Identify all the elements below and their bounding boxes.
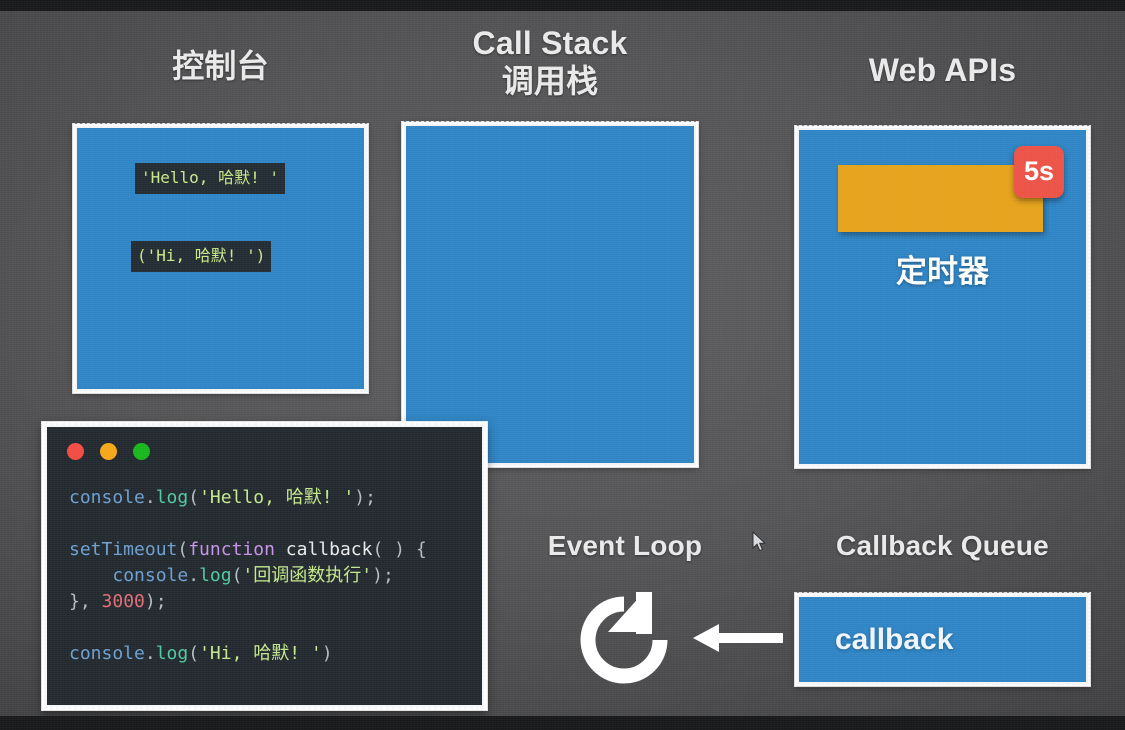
code-line: setTimeout(function callback( ) { (69, 537, 472, 563)
letterbox-top (0, 0, 1125, 11)
code-token: log (155, 487, 189, 508)
code-token: callback (285, 539, 373, 560)
window-controls[interactable] (67, 443, 150, 460)
mouse-cursor-icon (752, 531, 767, 552)
web-apis-panel: 5s 定时器 (795, 126, 1090, 468)
code-token: log (199, 565, 232, 586)
code-token: ( (188, 643, 200, 664)
code-editor-window[interactable]: console.log('Hello, 哈默! '); setTimeout(f… (42, 422, 487, 710)
code-line: console.log('Hi, 哈默! ') (69, 641, 472, 667)
code-token: 'Hello, 哈默! ' (199, 487, 355, 508)
code-token: console (69, 487, 145, 508)
minimize-icon[interactable] (100, 443, 117, 460)
zoom-icon[interactable] (133, 443, 150, 460)
code-token: ( (231, 565, 243, 586)
code-token: . (188, 565, 200, 586)
heading-event-loop: Event Loop (547, 530, 703, 561)
code-token: 'Hi, 哈默! ' (199, 643, 322, 664)
close-icon[interactable] (67, 443, 84, 460)
queue-to-loop-arrow-icon (693, 624, 783, 652)
code-line: }, 3000); (69, 589, 472, 615)
heading-call-stack: Call Stack 调用栈 (402, 25, 698, 101)
code-token: . (144, 487, 156, 508)
call-stack-panel (402, 122, 698, 467)
code-token: ( (188, 487, 200, 508)
code-token: ); (372, 565, 394, 586)
code-line: console.log('回调函数执行'); (69, 563, 472, 589)
code-token: console (112, 565, 189, 586)
code-token: log (155, 643, 189, 664)
code-token: ); (144, 591, 167, 612)
code-token: '回调函数执行' (242, 565, 373, 586)
code-token: console (69, 643, 145, 664)
code-token: ( ) { (372, 539, 427, 560)
event-loop-refresh-icon (580, 592, 668, 684)
callback-queue-item-label: callback (835, 623, 954, 656)
callback-queue-item[interactable]: callback (795, 593, 1090, 686)
code-token: function (188, 539, 275, 560)
code-token: setTimeout (69, 539, 178, 560)
heading-call-stack-zh: 调用栈 (501, 62, 599, 99)
heading-console: 控制台 (172, 48, 269, 84)
code-token: 3000 (101, 591, 145, 612)
timer-label: 定时器 (896, 254, 989, 289)
console-output-line: 'Hello, 哈默! ' (135, 163, 285, 194)
code-token: ( (177, 539, 189, 560)
heading-web-apis: Web APIs (868, 52, 1017, 88)
letterbox-bottom (0, 716, 1125, 730)
code-token: ); (354, 487, 376, 508)
heading-callback-queue: Callback Queue (836, 530, 1049, 561)
code-line: console.log('Hello, 哈默! '); (69, 485, 472, 511)
code-content[interactable]: console.log('Hello, 哈默! '); setTimeout(f… (69, 485, 472, 667)
code-token: ) (321, 643, 333, 664)
timer-duration-badge: 5s (1014, 146, 1064, 198)
timer-progress-bar (838, 165, 1043, 232)
heading-call-stack-en: Call Stack (472, 25, 628, 61)
code-token: . (144, 643, 156, 664)
slide-canvas: 控制台 Call Stack 调用栈 Web APIs Event Loop C… (0, 0, 1125, 730)
console-output-line: ('Hi, 哈默! ') (131, 241, 272, 272)
code-token: }, (69, 591, 102, 612)
